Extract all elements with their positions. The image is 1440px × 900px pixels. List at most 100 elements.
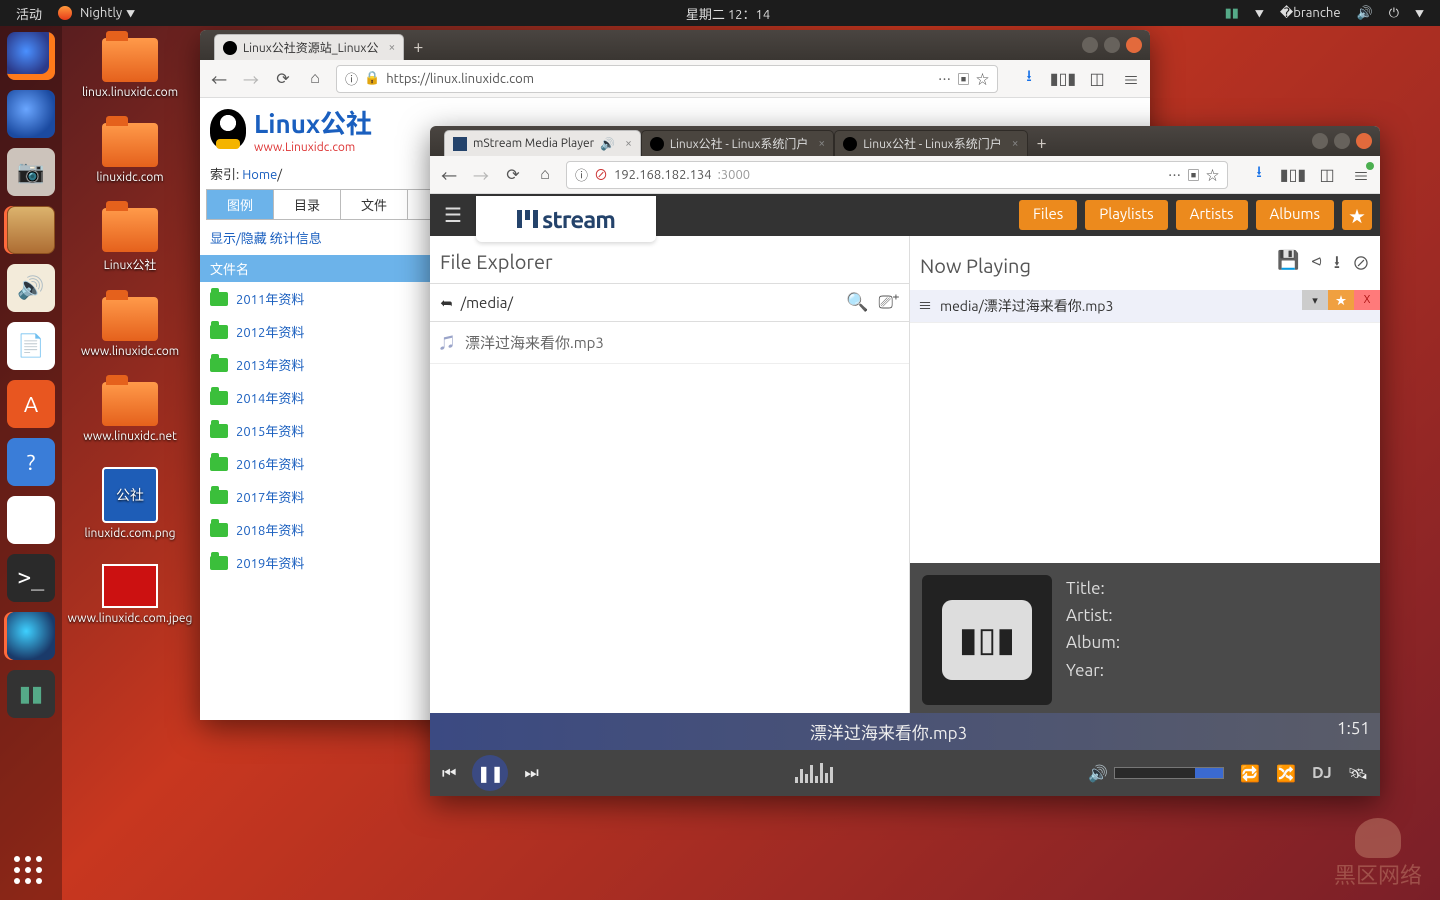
tray-mstream-icon[interactable]: ▮▮ xyxy=(1225,6,1239,21)
tab-close-icon[interactable]: × xyxy=(1012,137,1019,150)
queue-item[interactable]: ≡ media/漂洋过海来看你.mp3 ▾ ★ X xyxy=(910,290,1380,322)
browser-tab-active[interactable]: mStream Media Player 🔊 × xyxy=(444,130,641,156)
volume-slider[interactable] xyxy=(1114,767,1224,779)
shuffle-button[interactable]: 🔀 xyxy=(1276,764,1296,783)
network-icon[interactable]: �branche xyxy=(1280,6,1341,21)
dock-firefox[interactable] xyxy=(7,32,55,80)
dock-help[interactable]: ? xyxy=(7,438,55,486)
window-close-icon[interactable] xyxy=(1356,133,1372,149)
download-queue-icon[interactable]: ⭳ xyxy=(1334,250,1340,280)
address-bar[interactable]: ⓘ ⊘ 192.168.182.134:3000 ⋯ ▣ ☆ xyxy=(566,161,1228,189)
tab-close-icon[interactable]: × xyxy=(625,137,632,150)
desktop-folder[interactable]: linux.linuxidc.com xyxy=(80,38,180,99)
toggle-stats-link[interactable]: 显示/隐藏 统计信息 xyxy=(210,232,322,246)
queue-item-star-icon[interactable]: ★ xyxy=(1328,290,1354,310)
window-minimize-icon[interactable] xyxy=(1082,37,1098,53)
tab-close-icon[interactable]: × xyxy=(818,137,825,150)
nav-up-icon[interactable]: ➦ xyxy=(440,294,453,312)
desktop-folder[interactable]: Linux公社 xyxy=(80,208,180,273)
desktop-folder[interactable]: linuxidc.com xyxy=(80,123,180,184)
volume-icon[interactable]: 🔊 xyxy=(1357,6,1373,21)
add-all-icon[interactable]: ⎚⁺ xyxy=(878,292,899,313)
nav-albums[interactable]: Albums xyxy=(1256,200,1334,230)
browser-tab[interactable]: Linux公社 - Linux系统门户 × xyxy=(834,130,1027,156)
repeat-button[interactable]: 🔁 xyxy=(1240,764,1260,783)
tracking-shield-icon[interactable]: ▣ xyxy=(957,69,970,88)
remote-control-icon[interactable]: 🛰 xyxy=(1348,764,1368,783)
prev-track-button[interactable]: ⏮ xyxy=(442,764,456,783)
share-icon[interactable]: ⪦ xyxy=(1312,250,1322,280)
reload-button[interactable]: ⟳ xyxy=(502,164,524,186)
save-playlist-icon[interactable]: 💾 xyxy=(1277,250,1299,280)
queue-item-remove-icon[interactable]: X xyxy=(1354,290,1380,310)
dock-thunderbird[interactable] xyxy=(7,90,55,138)
dock-screenshot[interactable]: 📷 xyxy=(7,148,55,196)
page-actions-icon[interactable]: ⋯ xyxy=(938,69,951,88)
queue-item-menu-icon[interactable]: ▾ xyxy=(1302,290,1328,310)
info-icon[interactable]: ⓘ xyxy=(575,165,588,184)
progress-bar[interactable]: 漂洋过海来看你.mp3 1:51 xyxy=(430,713,1380,750)
reload-button[interactable]: ⟳ xyxy=(272,68,294,90)
home-button[interactable]: ⌂ xyxy=(534,164,556,186)
browser-tab[interactable]: Linux公社资源站_Linux公 × xyxy=(214,34,404,60)
dock-writer[interactable]: 📄 xyxy=(7,322,55,370)
tab-close-icon[interactable]: × xyxy=(388,41,395,54)
window-titlebar[interactable]: mStream Media Player 🔊 × Linux公社 - Linux… xyxy=(430,126,1380,156)
bookmark-star-icon[interactable]: ☆ xyxy=(976,69,989,88)
hamburger-menu-icon[interactable]: ≡ xyxy=(1350,164,1372,186)
tab-audio-icon[interactable]: 🔊 xyxy=(600,137,615,151)
mstream-menu-button[interactable]: ☰ xyxy=(430,194,476,236)
window-maximize-icon[interactable] xyxy=(1334,133,1350,149)
back-button[interactable]: ← xyxy=(208,68,230,90)
dock-files[interactable] xyxy=(7,206,55,254)
system-menu-chevron-icon[interactable]: ▼ xyxy=(1415,7,1424,20)
browser-tab[interactable]: Linux公社 - Linux系统门户 × xyxy=(641,130,834,156)
new-tab-button[interactable]: + xyxy=(404,34,432,60)
show-applications[interactable] xyxy=(0,856,62,890)
dock-terminal[interactable]: >_ xyxy=(7,554,55,602)
activities-button[interactable]: 活动 xyxy=(16,4,42,23)
equalizer-icon[interactable] xyxy=(795,763,833,783)
dock-firefox-nightly[interactable] xyxy=(7,612,55,660)
sidebar-icon[interactable]: ◫ xyxy=(1086,68,1108,90)
next-track-button[interactable]: ⏭ xyxy=(524,764,538,783)
queue-drag-icon[interactable]: ≡ xyxy=(918,296,932,316)
downloads-icon[interactable]: ⭳ xyxy=(1018,68,1040,90)
address-bar[interactable]: ⓘ 🔒 https://linux.linuxidc.com ⋯ ▣ ☆ xyxy=(336,65,998,93)
library-icon[interactable]: ▮▯▮ xyxy=(1052,68,1074,90)
hamburger-menu-icon[interactable]: ≡ xyxy=(1120,68,1142,90)
window-titlebar[interactable]: Linux公社资源站_Linux公 × + xyxy=(200,30,1150,60)
file-row[interactable]: ♫ 漂洋过海来看你.mp3 xyxy=(430,322,909,364)
app-menu[interactable]: Nightly ▼ xyxy=(58,6,135,20)
dock-amazon[interactable]: a xyxy=(7,496,55,544)
clear-queue-icon[interactable]: ⊘ xyxy=(1352,250,1370,280)
nav-playlists[interactable]: Playlists xyxy=(1085,200,1167,230)
library-icon[interactable]: ▮▯▮ xyxy=(1282,164,1304,186)
downloads-icon[interactable]: ⭳ xyxy=(1248,164,1270,186)
info-icon[interactable]: ⓘ xyxy=(345,69,358,88)
desktop-file-png[interactable]: 公社linuxidc.com.png xyxy=(80,467,180,540)
window-minimize-icon[interactable] xyxy=(1312,133,1328,149)
page-tab-legend[interactable]: 图例 xyxy=(207,190,274,219)
desktop-folder[interactable]: www.linuxidc.net xyxy=(80,382,180,443)
desktop-folder[interactable]: www.linuxidc.com xyxy=(80,297,180,358)
window-close-icon[interactable] xyxy=(1126,37,1142,53)
home-button[interactable]: ⌂ xyxy=(304,68,326,90)
nav-files[interactable]: Files xyxy=(1019,200,1077,230)
page-tab-toc[interactable]: 目录 xyxy=(274,190,341,219)
page-tab-file[interactable]: 文件 xyxy=(341,190,408,219)
volume-icon[interactable]: 🔊 xyxy=(1088,764,1108,783)
breadcrumb-home-link[interactable]: Home xyxy=(242,168,277,182)
nav-artists[interactable]: Artists xyxy=(1176,200,1248,230)
sidebar-icon[interactable]: ◫ xyxy=(1316,164,1338,186)
bookmark-star-icon[interactable]: ☆ xyxy=(1206,165,1219,184)
back-button[interactable]: ← xyxy=(438,164,460,186)
window-maximize-icon[interactable] xyxy=(1104,37,1120,53)
new-tab-button[interactable]: + xyxy=(1028,130,1056,156)
page-actions-icon[interactable]: ⋯ xyxy=(1168,165,1181,184)
dock-software[interactable]: A xyxy=(7,380,55,428)
tracking-shield-icon[interactable]: ▣ xyxy=(1187,165,1200,184)
dock-mstream-indicator[interactable]: ▮▮ xyxy=(7,670,55,718)
tray-dropdown-icon[interactable]: ▼ xyxy=(1255,7,1264,20)
play-pause-button[interactable]: ❚❚ xyxy=(472,755,508,791)
